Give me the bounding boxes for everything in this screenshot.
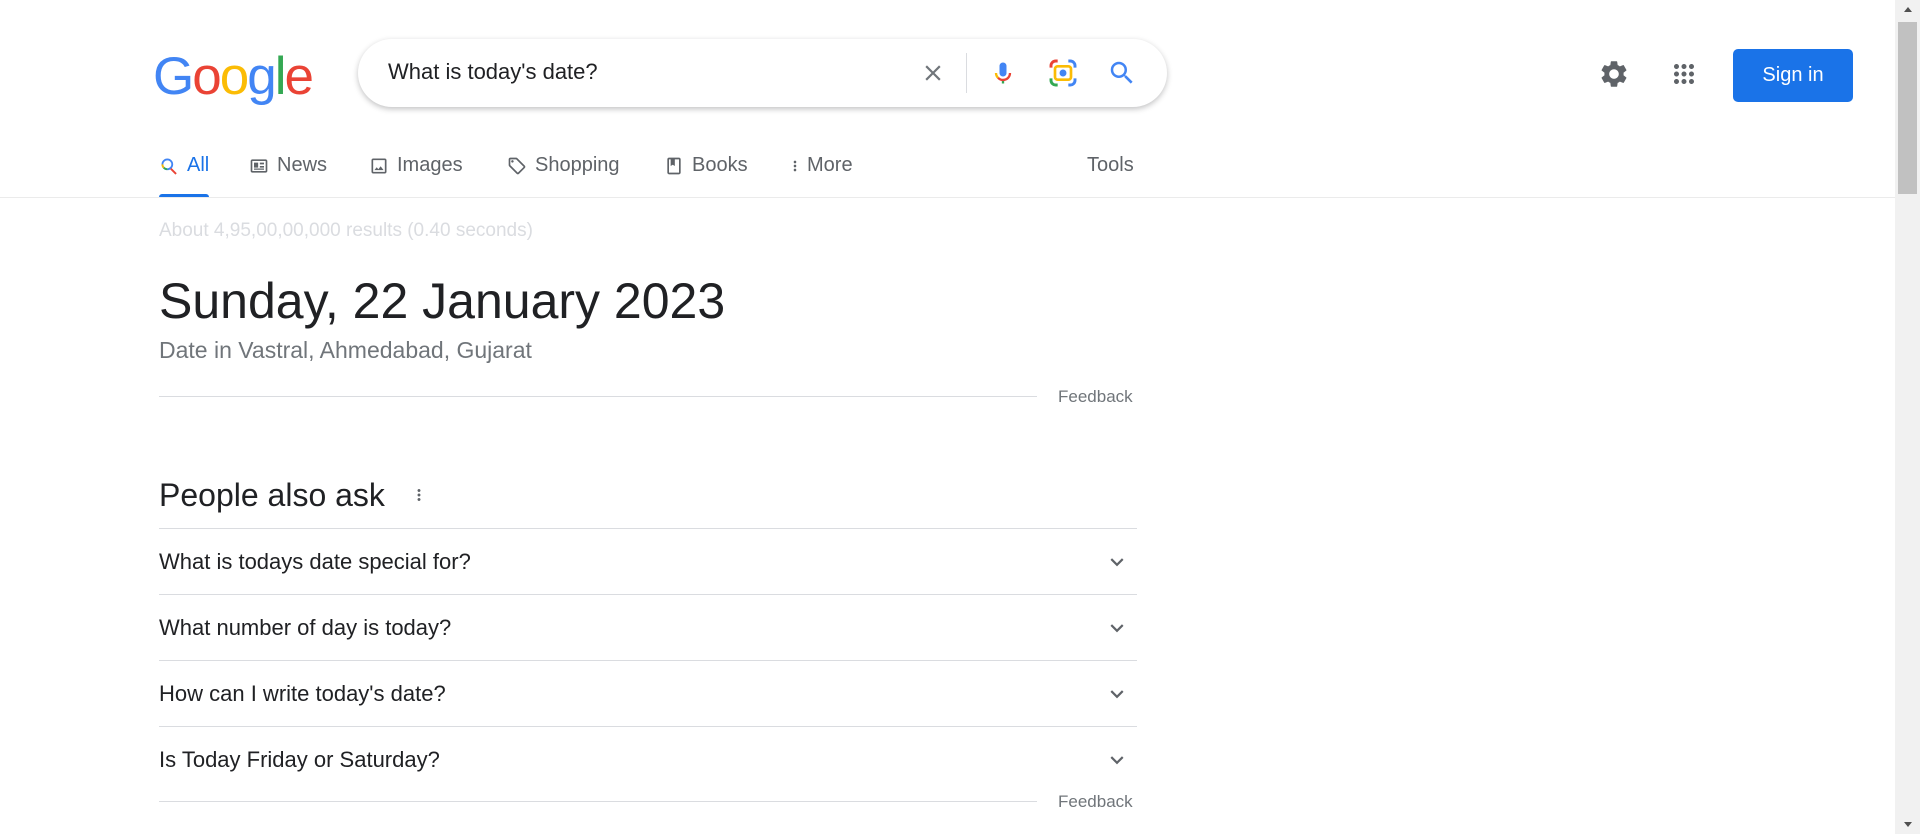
clear-search-button[interactable]: [914, 54, 952, 92]
paa-options-button[interactable]: [408, 480, 430, 510]
date-location: Date in Vastral, Ahmedabad, Gujarat: [159, 337, 532, 363]
paa-question[interactable]: What number of day is today?: [159, 594, 1137, 660]
apps-grid-icon: [1674, 64, 1694, 84]
paa-question-text: How can I write today's date?: [159, 680, 446, 706]
tab-label: More: [807, 154, 853, 176]
chevron-down-icon: [1103, 680, 1131, 708]
search-icon: [1110, 61, 1133, 84]
vertical-scrollbar[interactable]: [1895, 0, 1920, 834]
search-icon: [159, 154, 179, 178]
microphone-icon: [994, 62, 1012, 84]
search-divider: [966, 53, 967, 93]
scroll-up-button[interactable]: [1895, 0, 1920, 20]
paa-question-text: What is todays date special for?: [159, 548, 471, 574]
logo-letter: e: [284, 47, 314, 106]
scroll-down-button[interactable]: [1895, 814, 1920, 834]
sign-in-button[interactable]: Sign in: [1733, 49, 1853, 102]
search-input[interactable]: What is today's date?: [388, 59, 598, 85]
logo-letter: g: [247, 47, 277, 106]
tab-more[interactable]: More: [787, 150, 853, 198]
paa-bottom-divider: [159, 801, 1037, 802]
tab-label: News: [277, 154, 328, 176]
arrow-down-icon: [1903, 822, 1912, 827]
voice-search-button[interactable]: [983, 53, 1023, 93]
date-card-divider: [159, 396, 1037, 397]
logo-letter: o: [219, 47, 250, 106]
arrow-up-icon: [1903, 7, 1912, 12]
tab-label: All: [187, 154, 210, 176]
result-stats: About 4,95,00,00,000 results (0.40 secon…: [159, 220, 533, 241]
tab-tools[interactable]: Tools: [1087, 150, 1134, 198]
paa-question[interactable]: Is Today Friday or Saturday?: [159, 726, 1137, 792]
search-submit-button[interactable]: [1102, 53, 1142, 93]
paa-question[interactable]: What is todays date special for?: [159, 528, 1137, 594]
tab-label: Shopping: [535, 154, 620, 176]
book-icon: [664, 154, 684, 178]
tab-all[interactable]: All: [159, 150, 210, 198]
gear-icon: [1601, 61, 1627, 87]
image-icon: [369, 154, 389, 178]
tab-books[interactable]: Books: [664, 150, 748, 198]
settings-button[interactable]: [1594, 54, 1634, 94]
logo-letter: o: [192, 47, 222, 106]
tabs-divider: [0, 197, 1895, 198]
tab-label: Images: [397, 154, 463, 176]
tab-news[interactable]: News: [249, 150, 327, 198]
date-feedback-link[interactable]: Feedback: [1058, 387, 1133, 407]
more-vertical-icon: [787, 154, 803, 178]
tab-shopping[interactable]: Shopping: [507, 150, 620, 198]
chevron-down-icon: [1103, 746, 1131, 774]
paa-question-text: Is Today Friday or Saturday?: [159, 746, 440, 772]
chevron-down-icon: [1103, 548, 1131, 576]
search-tabs: All News Images Shopping Books More Tool…: [159, 150, 1139, 198]
scroll-thumb[interactable]: [1898, 22, 1917, 194]
tag-icon: [507, 154, 527, 178]
paa-question-text: What number of day is today?: [159, 614, 452, 640]
tab-label: Tools: [1087, 154, 1134, 176]
date-answer: Sunday, 22 January 2023: [159, 273, 726, 329]
tab-label: Books: [692, 154, 748, 176]
lens-search-button[interactable]: [1043, 53, 1083, 93]
logo-letter: l: [274, 47, 287, 106]
search-box[interactable]: What is today's date?: [358, 39, 1167, 107]
paa-question[interactable]: How can I write today's date?: [159, 660, 1137, 726]
logo-letter: G: [153, 47, 194, 106]
more-vertical-icon: [417, 489, 421, 501]
close-icon: [925, 65, 941, 81]
tab-images[interactable]: Images: [369, 150, 463, 198]
google-apps-button[interactable]: [1664, 54, 1704, 94]
chevron-down-icon: [1103, 614, 1131, 642]
news-icon: [249, 154, 269, 178]
paa-feedback-link[interactable]: Feedback: [1058, 792, 1133, 812]
google-logo[interactable]: Google: [153, 47, 314, 106]
people-also-ask-title: People also ask: [159, 477, 385, 513]
camera-lens-icon: [1049, 59, 1077, 87]
paa-list: What is todays date special for? What nu…: [159, 528, 1137, 792]
